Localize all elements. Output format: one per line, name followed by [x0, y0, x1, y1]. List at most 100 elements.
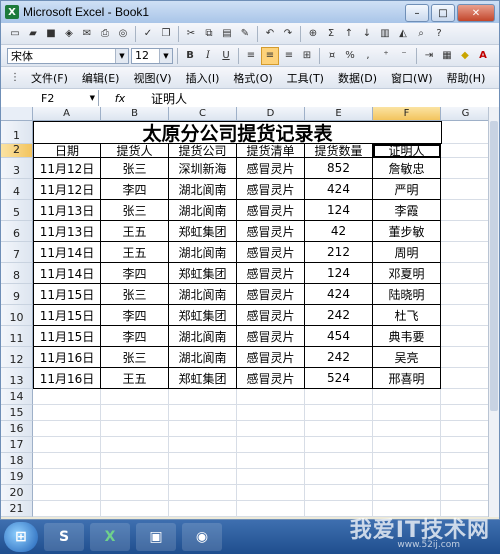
data-cell[interactable]: 11月14日 — [33, 263, 101, 284]
italic-button[interactable]: I — [200, 48, 216, 64]
menu-view[interactable]: 视图(V) — [127, 70, 177, 86]
print-icon[interactable]: ⎙ — [97, 26, 113, 42]
minimize-button[interactable]: – — [405, 4, 429, 22]
data-cell[interactable]: 242 — [305, 347, 373, 368]
data-cell[interactable]: 郑虹集团 — [169, 368, 237, 389]
data-cell[interactable]: 11月13日 — [33, 221, 101, 242]
data-cell[interactable]: 董步敏 — [373, 221, 441, 242]
data-cell[interactable]: 212 — [305, 242, 373, 263]
row-header[interactable]: 20 — [1, 485, 33, 501]
data-cell[interactable]: 11月16日 — [33, 368, 101, 389]
menu-file[interactable]: 文件(F) — [25, 70, 74, 86]
data-cell[interactable]: 张三 — [101, 284, 169, 305]
undo-icon[interactable]: ↶ — [262, 26, 278, 42]
data-cell[interactable]: 感冒灵片 — [237, 368, 305, 389]
header-cell[interactable]: 证明人 — [373, 144, 441, 158]
data-cell[interactable]: 感冒灵片 — [237, 305, 305, 326]
data-cell[interactable]: 424 — [305, 179, 373, 200]
permission-icon[interactable]: ◈ — [61, 26, 77, 42]
taskbar-app-photo[interactable]: ▣ — [136, 523, 176, 551]
row-header[interactable]: 16 — [1, 421, 33, 437]
data-cell[interactable]: 454 — [305, 326, 373, 347]
data-cell[interactable]: 李四 — [101, 305, 169, 326]
menu-format[interactable]: 格式(O) — [227, 70, 278, 86]
data-cell[interactable]: 11月15日 — [33, 284, 101, 305]
cut-icon[interactable]: ✂ — [183, 26, 199, 42]
data-cell[interactable]: 李四 — [101, 263, 169, 284]
data-cell[interactable]: 湖北阆南 — [169, 200, 237, 221]
row-header[interactable]: 14 — [1, 389, 33, 405]
data-cell[interactable]: 郑虹集团 — [169, 263, 237, 284]
format-painter-icon[interactable]: ✎ — [237, 26, 253, 42]
data-cell[interactable]: 感冒灵片 — [237, 200, 305, 221]
font-color-icon[interactable]: A — [475, 48, 491, 64]
menu-window[interactable]: 窗口(W) — [385, 70, 438, 86]
row-header[interactable]: 11 — [1, 326, 33, 347]
data-cell[interactable]: 李霞 — [373, 200, 441, 221]
row-header[interactable]: 5 — [1, 200, 33, 221]
data-cell[interactable]: 11月12日 — [33, 179, 101, 200]
chart-wizard-icon[interactable]: ▥ — [377, 26, 393, 42]
row-header[interactable]: 17 — [1, 437, 33, 453]
merge-center-icon[interactable]: ⊞ — [299, 48, 315, 64]
redo-icon[interactable]: ↷ — [280, 26, 296, 42]
maximize-button[interactable]: □ — [431, 4, 455, 22]
column-header[interactable]: C — [169, 107, 237, 121]
data-cell[interactable]: 王五 — [101, 242, 169, 263]
row-header[interactable]: 13 — [1, 368, 33, 389]
header-cell[interactable]: 日期 — [33, 144, 101, 158]
data-cell[interactable]: 张三 — [101, 200, 169, 221]
chevron-down-icon[interactable]: ▼ — [90, 94, 95, 102]
row-header[interactable]: 2 — [1, 143, 33, 158]
header-cell[interactable]: 提货人 — [101, 144, 169, 158]
column-header[interactable]: A — [33, 107, 101, 121]
data-cell[interactable]: 吴亮 — [373, 347, 441, 368]
data-cell[interactable]: 陆晓明 — [373, 284, 441, 305]
research-icon[interactable]: ❐ — [158, 26, 174, 42]
column-header[interactable]: B — [101, 107, 169, 121]
paste-icon[interactable]: ▤ — [219, 26, 235, 42]
fill-color-icon[interactable]: ◆ — [457, 48, 473, 64]
bold-button[interactable]: B — [182, 48, 198, 64]
table-title[interactable]: 太原分公司提货记录表 — [33, 121, 442, 144]
autosum-icon[interactable]: Σ — [323, 26, 339, 42]
taskbar-app-qq[interactable]: ◉ — [182, 523, 222, 551]
preview-icon[interactable]: ◎ — [115, 26, 131, 42]
data-cell[interactable]: 42 — [305, 221, 373, 242]
data-cell[interactable]: 杜飞 — [373, 305, 441, 326]
data-cell[interactable]: 11月13日 — [33, 200, 101, 221]
data-cell[interactable]: 感冒灵片 — [237, 242, 305, 263]
new-icon[interactable]: ▭ — [7, 26, 23, 42]
taskbar-app-excel[interactable]: X — [90, 523, 130, 551]
scroll-thumb[interactable] — [490, 121, 498, 411]
data-cell[interactable]: 感冒灵片 — [237, 263, 305, 284]
data-cell[interactable]: 王五 — [101, 368, 169, 389]
row-header[interactable]: 18 — [1, 453, 33, 469]
data-cell[interactable]: 感冒灵片 — [237, 284, 305, 305]
row-header[interactable]: 1 — [1, 121, 33, 144]
font-size-combo[interactable]: 12 ▼ — [131, 47, 173, 64]
hyperlink-icon[interactable]: ⊕ — [305, 26, 321, 42]
data-cell[interactable]: 郑虹集团 — [169, 221, 237, 242]
data-cell[interactable]: 感冒灵片 — [237, 179, 305, 200]
row-header[interactable]: 3 — [1, 158, 33, 179]
chevron-down-icon[interactable]: ▼ — [115, 48, 128, 63]
chevron-down-icon[interactable]: ▼ — [159, 48, 172, 63]
copy-icon[interactable]: ⧉ — [201, 26, 217, 42]
row-header[interactable]: 4 — [1, 179, 33, 200]
column-header[interactable]: F — [373, 107, 441, 121]
row-header[interactable]: 15 — [1, 405, 33, 421]
data-cell[interactable]: 湖北阆南 — [169, 284, 237, 305]
name-box[interactable]: F2 ▼ — [1, 90, 99, 106]
data-cell[interactable]: 感冒灵片 — [237, 326, 305, 347]
row-header[interactable]: 12 — [1, 347, 33, 368]
align-center-icon[interactable]: ≡ — [261, 46, 279, 65]
zoom-icon[interactable]: ⌕ — [413, 26, 429, 42]
data-cell[interactable]: 詹敏忠 — [373, 158, 441, 179]
open-icon[interactable]: ▰ — [25, 26, 41, 42]
percent-button[interactable]: % — [342, 48, 358, 64]
underline-button[interactable]: U — [218, 48, 234, 64]
data-cell[interactable]: 周明 — [373, 242, 441, 263]
data-cell[interactable]: 感冒灵片 — [237, 221, 305, 242]
currency-icon[interactable]: ¤ — [324, 48, 340, 64]
